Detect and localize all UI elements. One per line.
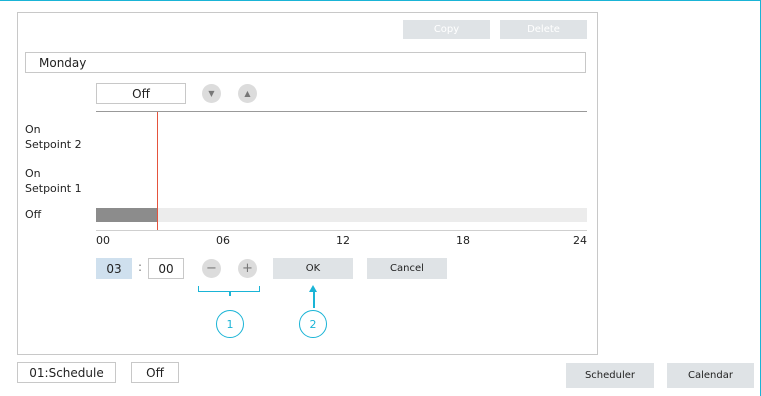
state-field[interactable]: Off bbox=[96, 83, 186, 104]
level-sp2-line1: On bbox=[25, 123, 41, 136]
state-value: Off bbox=[132, 86, 150, 101]
day-label: Monday bbox=[39, 55, 87, 70]
minus-icon[interactable]: − bbox=[202, 259, 221, 278]
schedule-name-field[interactable]: 01:Schedule bbox=[17, 362, 116, 383]
callout-2: 2 bbox=[299, 310, 327, 338]
ok-button[interactable]: OK bbox=[273, 258, 353, 279]
x-tick-12: 12 bbox=[336, 234, 350, 247]
level-sp2-line2: Setpoint 2 bbox=[25, 138, 82, 151]
delete-button[interactable]: Delete bbox=[500, 20, 587, 39]
chevron-up-icon[interactable]: ▲ bbox=[238, 84, 257, 103]
callout-bracket-stem bbox=[229, 291, 231, 296]
cancel-button[interactable]: Cancel bbox=[367, 258, 447, 279]
hour-field[interactable]: 03 bbox=[96, 258, 132, 279]
x-tick-00: 00 bbox=[96, 234, 110, 247]
level-sp1-line1: On bbox=[25, 167, 41, 180]
copy-button[interactable]: Copy bbox=[403, 20, 490, 39]
x-tick-18: 18 bbox=[456, 234, 470, 247]
chart-bottom-line bbox=[96, 230, 587, 231]
off-track bbox=[96, 208, 587, 222]
callout-arrow-stem bbox=[313, 290, 315, 308]
schedule-status-field[interactable]: Off bbox=[131, 362, 179, 383]
level-label-off: Off bbox=[25, 208, 42, 221]
level-sp1-line2: Setpoint 1 bbox=[25, 182, 82, 195]
level-label-setpoint1: On Setpoint 1 bbox=[25, 166, 82, 196]
time-cursor[interactable] bbox=[157, 112, 159, 230]
x-tick-06: 06 bbox=[216, 234, 230, 247]
minute-field[interactable]: 00 bbox=[148, 258, 184, 279]
level-label-setpoint2: On Setpoint 2 bbox=[25, 122, 82, 152]
plus-icon[interactable]: + bbox=[238, 259, 257, 278]
calendar-button[interactable]: Calendar bbox=[667, 363, 754, 388]
top-border bbox=[0, 0, 761, 1]
callout-1: 1 bbox=[216, 310, 244, 338]
off-period-bar[interactable] bbox=[96, 208, 158, 222]
chevron-down-icon[interactable]: ▼ bbox=[202, 84, 221, 103]
x-tick-24: 24 bbox=[573, 234, 587, 247]
scheduler-button[interactable]: Scheduler bbox=[566, 363, 654, 388]
day-field[interactable]: Monday bbox=[25, 52, 586, 73]
time-separator: : bbox=[138, 260, 143, 274]
chart-top-line bbox=[96, 111, 587, 112]
